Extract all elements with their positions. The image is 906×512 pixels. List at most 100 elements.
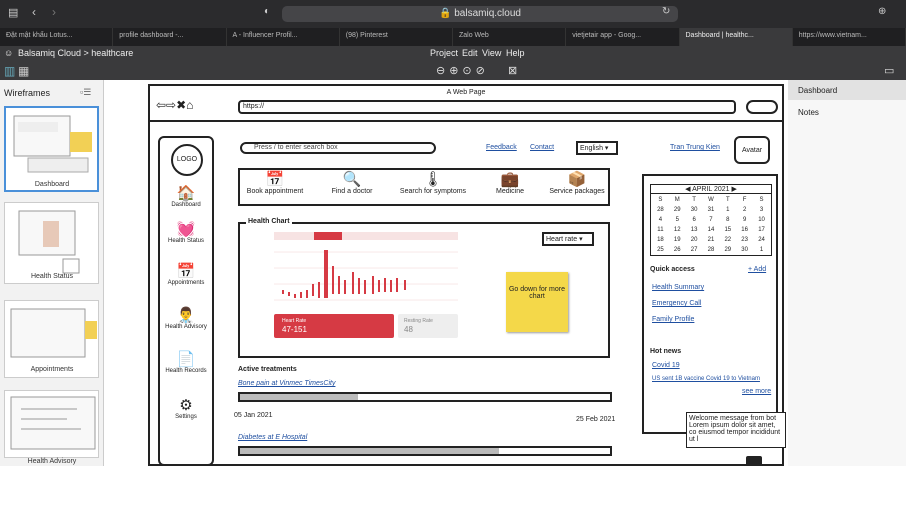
- nav-dashboard[interactable]: 🏠 Dashboard: [160, 186, 212, 209]
- calendar-day[interactable]: 2: [737, 206, 752, 214]
- quick-access-emergency-call[interactable]: Emergency Call: [652, 300, 701, 307]
- nav-health-records[interactable]: 📄 Health Records: [160, 352, 212, 375]
- quick-medicine[interactable]: 💼 Medicine: [488, 172, 532, 196]
- calendar-day[interactable]: 9: [737, 216, 752, 224]
- zoom-icons[interactable]: ⊖⊕⊙⊘: [436, 64, 489, 77]
- calendar-day[interactable]: 1: [720, 206, 735, 214]
- menu-edit[interactable]: Edit: [462, 48, 478, 58]
- calendar-day[interactable]: 30: [737, 246, 752, 254]
- nav-settings[interactable]: ⚙ Settings: [160, 398, 212, 421]
- nav-health-advisory[interactable]: 👨‍⚕ Health Advisory: [160, 308, 212, 331]
- calendar-day[interactable]: 23: [737, 236, 752, 244]
- thumbnail-health-advisory[interactable]: [4, 390, 99, 458]
- calendar-day[interactable]: 29: [720, 246, 735, 254]
- link-contact[interactable]: Contact: [530, 144, 554, 151]
- calendar-day[interactable]: 31: [704, 206, 719, 214]
- reload-icon[interactable]: ↻: [662, 6, 670, 17]
- panel-tab-dashboard[interactable]: Dashboard: [788, 80, 906, 100]
- address-bar[interactable]: 🔒 balsamiq.cloud: [282, 6, 678, 22]
- metric-select[interactable]: Heart rate ▾: [542, 232, 594, 246]
- news-item-1[interactable]: US sent 1B vaccine Covid 19 to Vietnam: [652, 376, 760, 382]
- list-view-icon[interactable]: ▥: [4, 64, 15, 78]
- download-icon[interactable]: ⊕: [878, 6, 886, 17]
- calendar-day[interactable]: 13: [687, 226, 702, 234]
- see-more-link[interactable]: see more: [742, 388, 771, 395]
- calendar-day[interactable]: 3: [754, 206, 769, 214]
- calendar-day[interactable]: 7: [704, 216, 719, 224]
- quick-service-packages[interactable]: 📦 Service packages: [544, 172, 610, 196]
- treatment-link-0[interactable]: Bone pain at Vinmec TimesCity: [238, 380, 335, 387]
- quick-find-doctor[interactable]: 🔍 Find a doctor: [324, 172, 380, 196]
- back-icon[interactable]: ‹: [32, 5, 36, 19]
- calendar-day[interactable]: 17: [754, 226, 769, 234]
- quick-access-family-profile[interactable]: Family Profile: [652, 316, 694, 323]
- avatar[interactable]: Avatar: [734, 136, 770, 164]
- calendar-day[interactable]: 27: [687, 246, 702, 254]
- news-item-0[interactable]: Covid 19: [652, 362, 680, 369]
- menu-project[interactable]: Project: [430, 48, 458, 58]
- menu-view[interactable]: View: [482, 48, 501, 58]
- view-toggle-icon[interactable]: ▫☰: [80, 87, 91, 98]
- panel-tab-notes[interactable]: Notes: [788, 100, 906, 120]
- calendar-day[interactable]: 28: [653, 206, 668, 214]
- comment-icon[interactable]: ▭: [884, 64, 894, 77]
- chat-bot-icon[interactable]: [746, 456, 762, 466]
- calendar-day[interactable]: 19: [670, 236, 685, 244]
- nav-appointments[interactable]: 📅 Appointments: [160, 264, 212, 287]
- grid-view-icon[interactable]: ▦: [18, 64, 29, 78]
- calendar-day[interactable]: 22: [720, 236, 735, 244]
- quick-search-symptoms[interactable]: 🌡 Search for symptoms: [394, 172, 472, 196]
- link-feedback[interactable]: Feedback: [486, 144, 517, 151]
- thumbnail-health-status[interactable]: [4, 202, 99, 284]
- nav-health-status[interactable]: 💓 Health Status: [160, 222, 212, 245]
- menu-help[interactable]: Help: [506, 48, 525, 58]
- calendar-day[interactable]: 15: [720, 226, 735, 234]
- calendar-day[interactable]: 4: [653, 216, 668, 224]
- sidebar-toggle-icon[interactable]: ▤: [8, 6, 18, 19]
- tab-active[interactable]: Dashboard | healthc...: [679, 28, 793, 46]
- calendar-day[interactable]: 12: [670, 226, 685, 234]
- calendar-day[interactable]: 24: [754, 236, 769, 244]
- tab[interactable]: vietjetair app - Goog...: [566, 28, 680, 46]
- calendar-day[interactable]: 1: [754, 246, 769, 254]
- calendar-day[interactable]: 5: [670, 216, 685, 224]
- calendar-day[interactable]: 11: [653, 226, 668, 234]
- calendar-day[interactable]: 14: [704, 226, 719, 234]
- calendar-grid[interactable]: S M T W T F S 28 29 30 31 1 2 3 4 5 6 7 8 9 10 11 12 13 14 15 16 17…: [651, 194, 771, 256]
- quick-book-appointment[interactable]: 📅 Book appointment: [242, 172, 308, 196]
- tab[interactable]: (98) Pinterest: [340, 28, 453, 46]
- calendar-day[interactable]: 30: [687, 206, 702, 214]
- calendar-day[interactable]: 29: [670, 206, 685, 214]
- quick-access-health-summary[interactable]: Health Summary: [652, 284, 704, 291]
- treatment-link-1[interactable]: Diabetes at E Hospital: [238, 434, 307, 441]
- tab[interactable]: https://www.vietnam...: [793, 28, 906, 46]
- mock-url-field[interactable]: https://: [238, 100, 736, 114]
- calendar-day[interactable]: 8: [720, 216, 735, 224]
- balsamiq-logo-icon[interactable]: ☺: [4, 48, 13, 58]
- calendar-day[interactable]: 26: [670, 246, 685, 254]
- tab[interactable]: Đặt mật khẩu Lotus...: [0, 28, 114, 46]
- calendar-day[interactable]: 16: [737, 226, 752, 234]
- mock-search-icon[interactable]: [746, 100, 778, 114]
- tab[interactable]: profile dashboard -...: [113, 28, 227, 46]
- breadcrumb[interactable]: Balsamiq Cloud > healthcare: [18, 48, 133, 58]
- quick-access-add[interactable]: + Add: [748, 266, 766, 273]
- shield-icon[interactable]: ◐: [264, 6, 270, 17]
- calendar-day[interactable]: 18: [653, 236, 668, 244]
- calendar-widget[interactable]: ◀ APRIL 2021 ▶ S M T W T F S 28 29 30 31 1 2 3 4 5 6 7 8 9 1…: [650, 184, 772, 256]
- search-input[interactable]: Press / to enter search box: [240, 142, 436, 154]
- user-name[interactable]: Tran Trung Kien: [670, 144, 720, 151]
- calendar-day[interactable]: 21: [704, 236, 719, 244]
- tab[interactable]: Zalo Web: [453, 28, 567, 46]
- next-month-icon[interactable]: ▶: [730, 186, 737, 193]
- calendar-day[interactable]: 25: [653, 246, 668, 254]
- calendar-day[interactable]: 10: [754, 216, 769, 224]
- forward-icon[interactable]: ›: [52, 5, 56, 19]
- tab[interactable]: A - Influencer Profil...: [227, 28, 340, 46]
- delete-icon[interactable]: ⊠: [508, 64, 517, 77]
- calendar-day[interactable]: 20: [687, 236, 702, 244]
- mock-nav-icons[interactable]: ⇦⇨✖⌂: [156, 98, 193, 112]
- language-select[interactable]: English ▾: [576, 141, 618, 155]
- calendar-day[interactable]: 28: [704, 246, 719, 254]
- thumbnail-dashboard[interactable]: [4, 106, 99, 192]
